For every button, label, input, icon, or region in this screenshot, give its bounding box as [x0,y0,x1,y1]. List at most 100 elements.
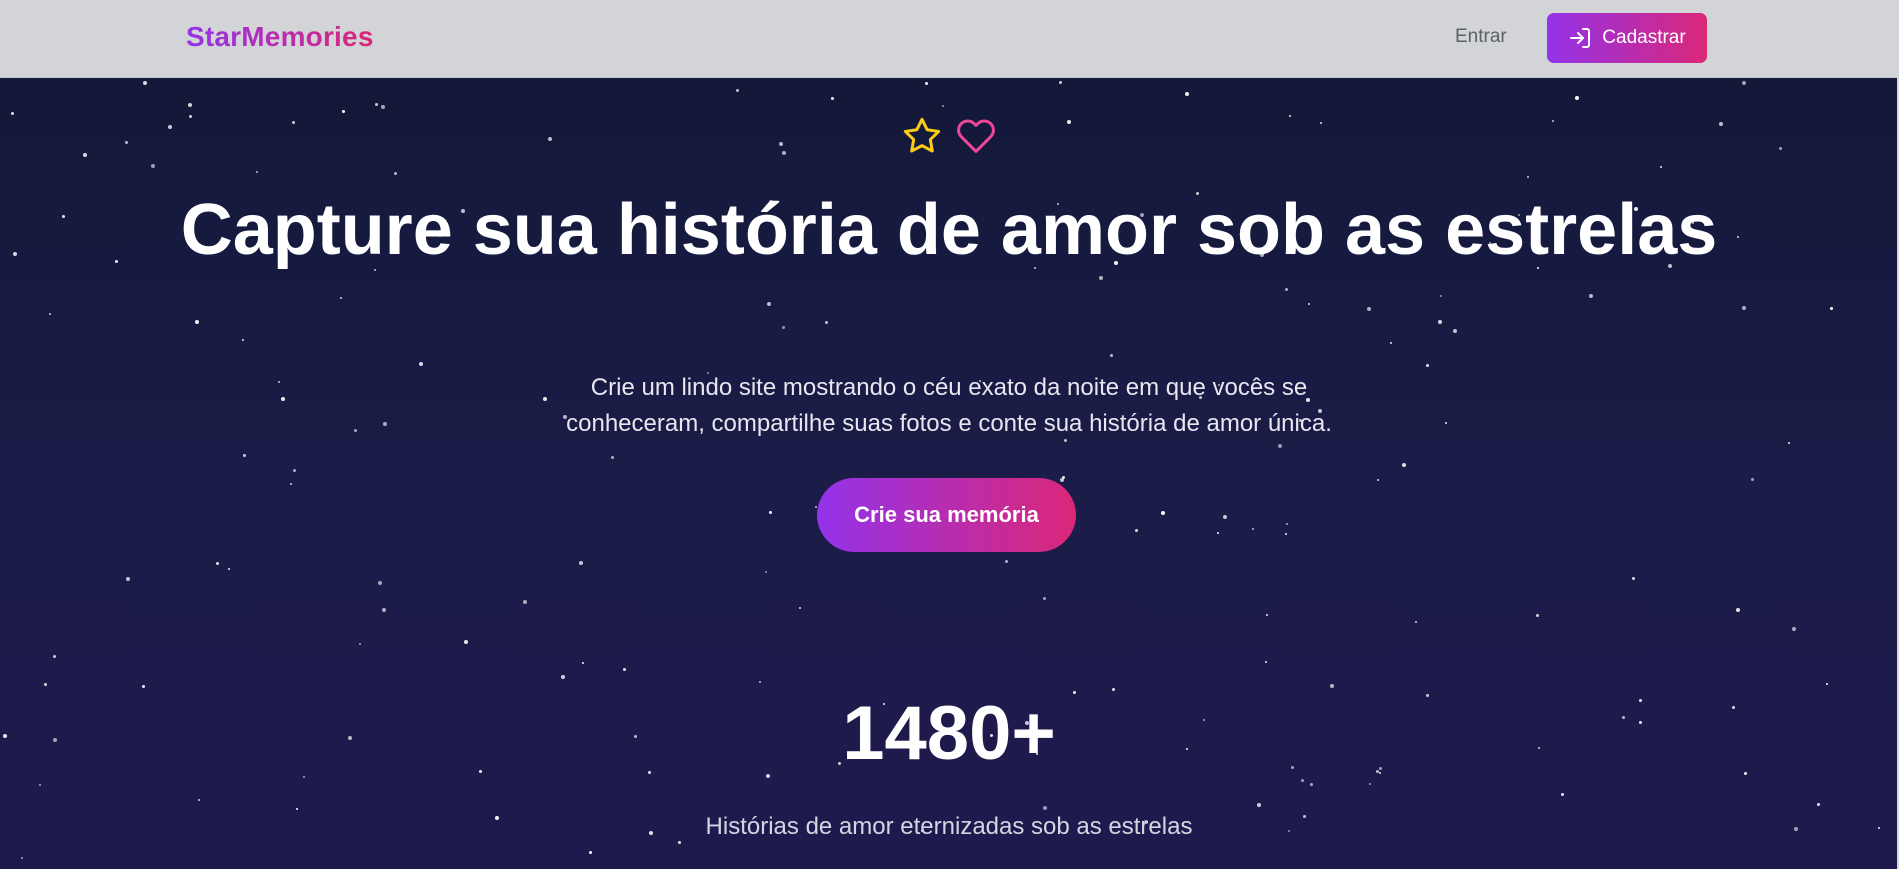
star-dot [464,640,468,644]
star-dot [561,675,565,679]
star-icon [903,117,941,153]
star-dot [1285,533,1287,535]
star-dot [1426,364,1429,367]
star-dot [11,112,14,115]
star-dot [1742,306,1746,310]
star-dot [381,105,385,109]
star-dot [831,97,834,100]
star-dot [1059,81,1062,84]
star-dot [1223,515,1227,519]
star-dot [1278,444,1282,448]
star-dot [1161,511,1165,515]
hero-headline: Capture sua história de amor sob as estr… [180,190,1718,270]
star-dot [925,82,928,85]
star-dot [1438,320,1442,324]
star-dot [736,89,739,92]
star-dot [1402,463,1406,467]
star-dot [1817,803,1820,806]
star-dot [1367,307,1371,311]
star-dot [1257,803,1261,807]
heart-icon [957,119,995,153]
star-dot [1788,442,1790,444]
star-dot [611,456,614,459]
star-dot [228,568,230,570]
star-dot [296,808,298,810]
star-dot [1099,276,1103,280]
star-dot [198,799,200,801]
star-dot [1742,81,1746,85]
star-dot [39,784,41,786]
star-dot [1369,783,1371,785]
star-dot [1252,528,1254,530]
star-dot [1390,342,1392,344]
star-dot [382,608,386,612]
star-dot [188,103,192,107]
star-dot [1830,307,1833,310]
star-dot [143,81,147,85]
landing-page: StarMemories Entrar Cadastrar Capture su… [0,0,1898,869]
signup-button[interactable]: Cadastrar [1547,13,1707,63]
stories-count: 1480+ [842,691,1056,776]
star-dot [49,313,51,315]
star-dot [216,562,219,565]
star-dot [1377,479,1379,481]
star-dot [242,339,244,341]
star-dot [582,662,584,664]
star-dot [523,600,527,604]
star-dot [1110,354,1113,357]
star-dot [419,362,423,366]
star-dot [1112,688,1115,691]
star-dot [281,397,285,401]
star-dot [394,172,397,175]
star-dot [759,681,761,683]
star-dot [1266,614,1268,616]
star-dot [1062,476,1065,479]
create-memory-button[interactable]: Crie sua memória [817,478,1076,552]
star-dot [767,302,771,306]
star-dot [589,851,592,854]
star-dot [1575,96,1579,100]
star-dot [1330,684,1334,688]
star-dot [1527,176,1529,178]
star-dot [1561,793,1564,796]
star-dot [1632,577,1635,580]
star-dot [1792,627,1796,631]
star-dot [1265,661,1267,663]
star-dot [765,571,767,573]
star-dot [769,511,772,514]
star-dot [1043,597,1046,600]
star-dot [942,105,944,107]
navbar: StarMemories Entrar Cadastrar [0,0,1898,78]
star-dot [44,683,47,686]
star-dot [799,607,801,609]
star-dot [375,103,378,106]
star-dot [1005,560,1008,563]
stories-count-label: Histórias de amor eternizadas sob as est… [705,813,1193,840]
star-dot [1736,608,1740,612]
star-dot [1308,303,1310,305]
star-dot [290,483,292,485]
star-dot [293,469,296,472]
star-dot [1440,295,1442,297]
star-dot [1310,783,1313,786]
star-dot [579,561,583,565]
star-dot [1826,683,1828,685]
star-dot [1285,288,1288,291]
star-dot [1453,329,1457,333]
star-dot [1589,294,1593,298]
star-dot [383,422,387,426]
star-dot [1301,779,1304,782]
star-dot [1286,523,1288,525]
hero-icons [0,116,1898,156]
star-dot [359,643,361,645]
star-dot [825,321,828,324]
login-link[interactable]: Entrar [1455,26,1507,48]
star-dot [1660,166,1662,168]
log-in-icon [1570,28,1591,48]
star-dot [1135,529,1138,532]
star-dot [1217,532,1219,534]
star-dot [278,381,280,383]
star-dot [195,320,199,324]
star-dot [342,110,345,113]
logo[interactable]: StarMemories [186,21,374,53]
